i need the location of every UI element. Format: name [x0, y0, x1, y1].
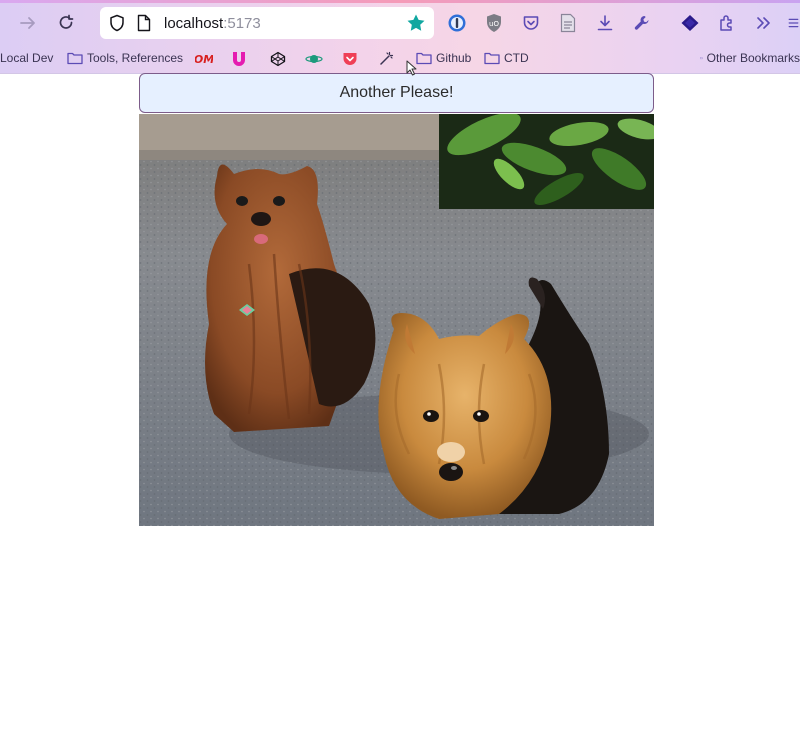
- shield-icon[interactable]: [108, 14, 126, 37]
- url-text[interactable]: localhost:5173: [164, 15, 261, 32]
- u-favicon-icon[interactable]: [230, 50, 248, 68]
- pocket-icon[interactable]: [518, 10, 544, 36]
- url-bar[interactable]: localhost:5173: [100, 7, 434, 39]
- bookmark-local-dev[interactable]: Local Dev: [0, 49, 53, 67]
- mouse-cursor-icon: [406, 60, 418, 81]
- forward-icon[interactable]: [15, 10, 41, 36]
- ublock-icon[interactable]: uO: [481, 10, 507, 36]
- bookmark-label: Tools, References: [87, 51, 184, 65]
- folder-icon: [484, 52, 500, 65]
- planet-favicon-icon[interactable]: [305, 50, 323, 68]
- two-dogs-illustration: [139, 114, 654, 526]
- reader-icon[interactable]: [555, 10, 581, 36]
- om-favicon-icon[interactable]: OM: [195, 50, 213, 68]
- url-host: localhost: [164, 15, 224, 32]
- dog-image: [139, 114, 654, 526]
- bookmarks-bar: Local Dev Tools, References OM Github: [0, 46, 800, 70]
- svg-text:OM: OM: [195, 53, 213, 66]
- bookmark-label: Other Bookmarks: [706, 51, 800, 65]
- folder-icon: [700, 57, 703, 60]
- page-icon[interactable]: [136, 14, 152, 37]
- magic-wand-favicon-icon[interactable]: [377, 50, 395, 68]
- extensions-icon[interactable]: [714, 10, 740, 36]
- layers-icon[interactable]: [677, 10, 703, 36]
- folder-icon: [416, 52, 432, 65]
- bookmark-star-icon[interactable]: [406, 13, 426, 38]
- folder-icon: [67, 52, 83, 65]
- 1password-icon[interactable]: [444, 10, 470, 36]
- menu-icon[interactable]: [787, 10, 800, 36]
- another-please-button[interactable]: Another Please!: [139, 73, 654, 113]
- codepen-favicon-icon[interactable]: [269, 50, 287, 68]
- browser-chrome: localhost:5173 uO Local Dev Tools, Refer…: [0, 0, 800, 74]
- bookmark-label: CTD: [504, 51, 529, 65]
- svg-text:uO: uO: [489, 20, 499, 28]
- bookmark-folder-ctd[interactable]: CTD: [484, 49, 529, 67]
- bookmark-folder-other[interactable]: Other Bookmarks: [700, 49, 800, 67]
- pocket-favicon-icon[interactable]: [341, 50, 359, 68]
- bookmark-folder-tools[interactable]: Tools, References: [67, 49, 183, 67]
- bookmark-folder-github[interactable]: Github: [416, 49, 471, 67]
- overflow-icon[interactable]: [751, 10, 777, 36]
- bookmark-label: Local Dev: [0, 51, 54, 65]
- wrench-icon[interactable]: [629, 10, 655, 36]
- url-port: :5173: [223, 15, 261, 32]
- bookmark-label: Github: [436, 51, 472, 65]
- reload-icon[interactable]: [53, 10, 79, 36]
- browser-toolbar: localhost:5173 uO: [0, 0, 800, 44]
- download-icon[interactable]: [592, 10, 618, 36]
